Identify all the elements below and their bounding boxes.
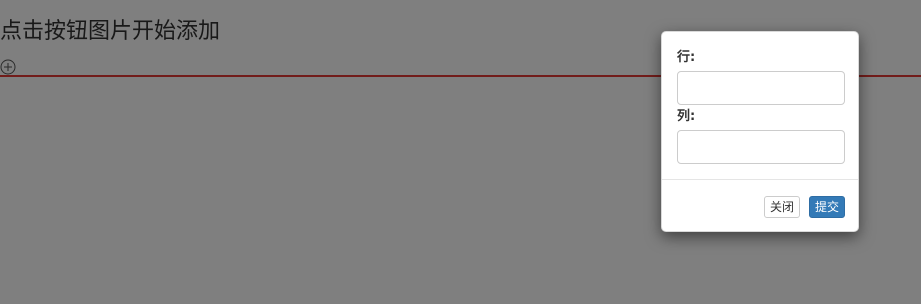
row-label: 行: xyxy=(677,50,696,65)
add-table-dialog: 行: 列: 关闭 提交 xyxy=(661,31,859,232)
row-input[interactable] xyxy=(677,71,845,105)
close-button[interactable]: 关闭 xyxy=(764,196,800,218)
modal-footer-divider xyxy=(662,179,858,180)
column-input[interactable] xyxy=(677,130,845,164)
submit-button[interactable]: 提交 xyxy=(809,196,845,218)
column-label: 列: xyxy=(677,109,696,124)
